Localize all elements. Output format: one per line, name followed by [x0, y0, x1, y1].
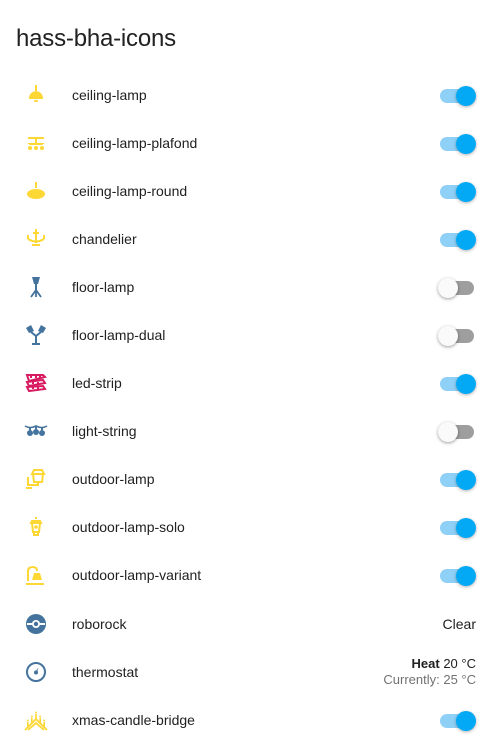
led-strip-icon [20, 367, 52, 399]
robot-vacuum-icon [20, 608, 52, 640]
clear-button[interactable]: Clear [443, 600, 476, 648]
entity-name: light-string [72, 423, 137, 439]
entity-name: ceiling-lamp-round [72, 183, 188, 199]
entity-row-light-string[interactable]: light-string [0, 407, 492, 455]
target-temperature: 20 °C [443, 656, 476, 671]
outdoor-lamp-solo-icon [20, 511, 52, 543]
entity-row-thermostat[interactable]: thermostat Heat 20 °C Currently: 25 °C [0, 648, 492, 696]
entity-row-ceiling-lamp[interactable]: ceiling-lamp [0, 71, 492, 119]
entity-row-outdoor-lamp[interactable]: outdoor-lamp [0, 455, 492, 503]
hvac-mode: Heat [411, 656, 440, 671]
xmas-candle-bridge-toggle[interactable] [438, 710, 476, 731]
chandelier-icon [20, 223, 52, 255]
floor-lamp-dual-toggle[interactable] [438, 325, 476, 346]
entity-name: outdoor-lamp-solo [72, 519, 185, 535]
entity-row-chandelier[interactable]: chandelier [0, 215, 492, 263]
entity-name: thermostat [72, 664, 139, 680]
entity-row-ceiling-lamp-plafond[interactable]: ceiling-lamp-plafond [0, 119, 492, 167]
xmas-candle-bridge-icon [20, 704, 52, 736]
outdoor-lamp-variant-icon [20, 559, 52, 591]
outdoor-lamp-icon [20, 463, 52, 495]
floor-lamp-icon [20, 271, 52, 303]
chandelier-toggle[interactable] [438, 229, 476, 250]
outdoor-lamp-toggle[interactable] [438, 469, 476, 490]
ceiling-lamp-plafond-icon [20, 127, 52, 159]
entity-name: outdoor-lamp-variant [72, 567, 202, 583]
ceiling-lamp-icon [20, 79, 52, 111]
light-string-icon [20, 415, 52, 447]
floor-lamp-dual-icon [20, 319, 52, 351]
ceiling-lamp-plafond-toggle[interactable] [438, 133, 476, 154]
entity-row-ceiling-lamp-round[interactable]: ceiling-lamp-round [0, 167, 492, 215]
ceiling-lamp-toggle[interactable] [438, 85, 476, 106]
outdoor-lamp-variant-toggle[interactable] [438, 565, 476, 586]
entity-row-floor-lamp[interactable]: floor-lamp [0, 263, 492, 311]
entity-name: outdoor-lamp [72, 471, 155, 487]
entity-row-outdoor-lamp-solo[interactable]: outdoor-lamp-solo [0, 503, 492, 551]
outdoor-lamp-solo-toggle[interactable] [438, 517, 476, 538]
entity-name: chandelier [72, 231, 137, 247]
card-title: hass-bha-icons [16, 25, 176, 52]
light-string-toggle[interactable] [438, 421, 476, 442]
entity-name: led-strip [72, 375, 122, 391]
entities-card: hass-bha-icons ceiling-lamp ceiling-lamp… [0, 0, 492, 746]
ceiling-lamp-round-icon [20, 175, 52, 207]
entity-name: ceiling-lamp-plafond [72, 135, 198, 151]
entity-row-roborock[interactable]: roborock Clear [0, 600, 492, 648]
entity-row-xmas-candle-bridge[interactable]: xmas-candle-bridge [0, 696, 492, 744]
thermostat-icon [20, 656, 52, 688]
current-temperature: Currently: 25 °C [383, 672, 476, 687]
entity-name: xmas-candle-bridge [72, 712, 195, 728]
entity-row-led-strip[interactable]: led-strip [0, 359, 492, 407]
entity-row-outdoor-lamp-variant[interactable]: outdoor-lamp-variant [0, 551, 492, 599]
entity-name: ceiling-lamp [72, 87, 147, 103]
entity-name: floor-lamp-dual [72, 327, 166, 343]
entity-name: floor-lamp [72, 279, 135, 295]
ceiling-lamp-round-toggle[interactable] [438, 181, 476, 202]
climate-state: Heat 20 °C Currently: 25 °C [383, 656, 476, 688]
entity-name: roborock [72, 616, 127, 632]
entity-row-floor-lamp-dual[interactable]: floor-lamp-dual [0, 311, 492, 359]
floor-lamp-toggle[interactable] [438, 277, 476, 298]
led-strip-toggle[interactable] [438, 373, 476, 394]
